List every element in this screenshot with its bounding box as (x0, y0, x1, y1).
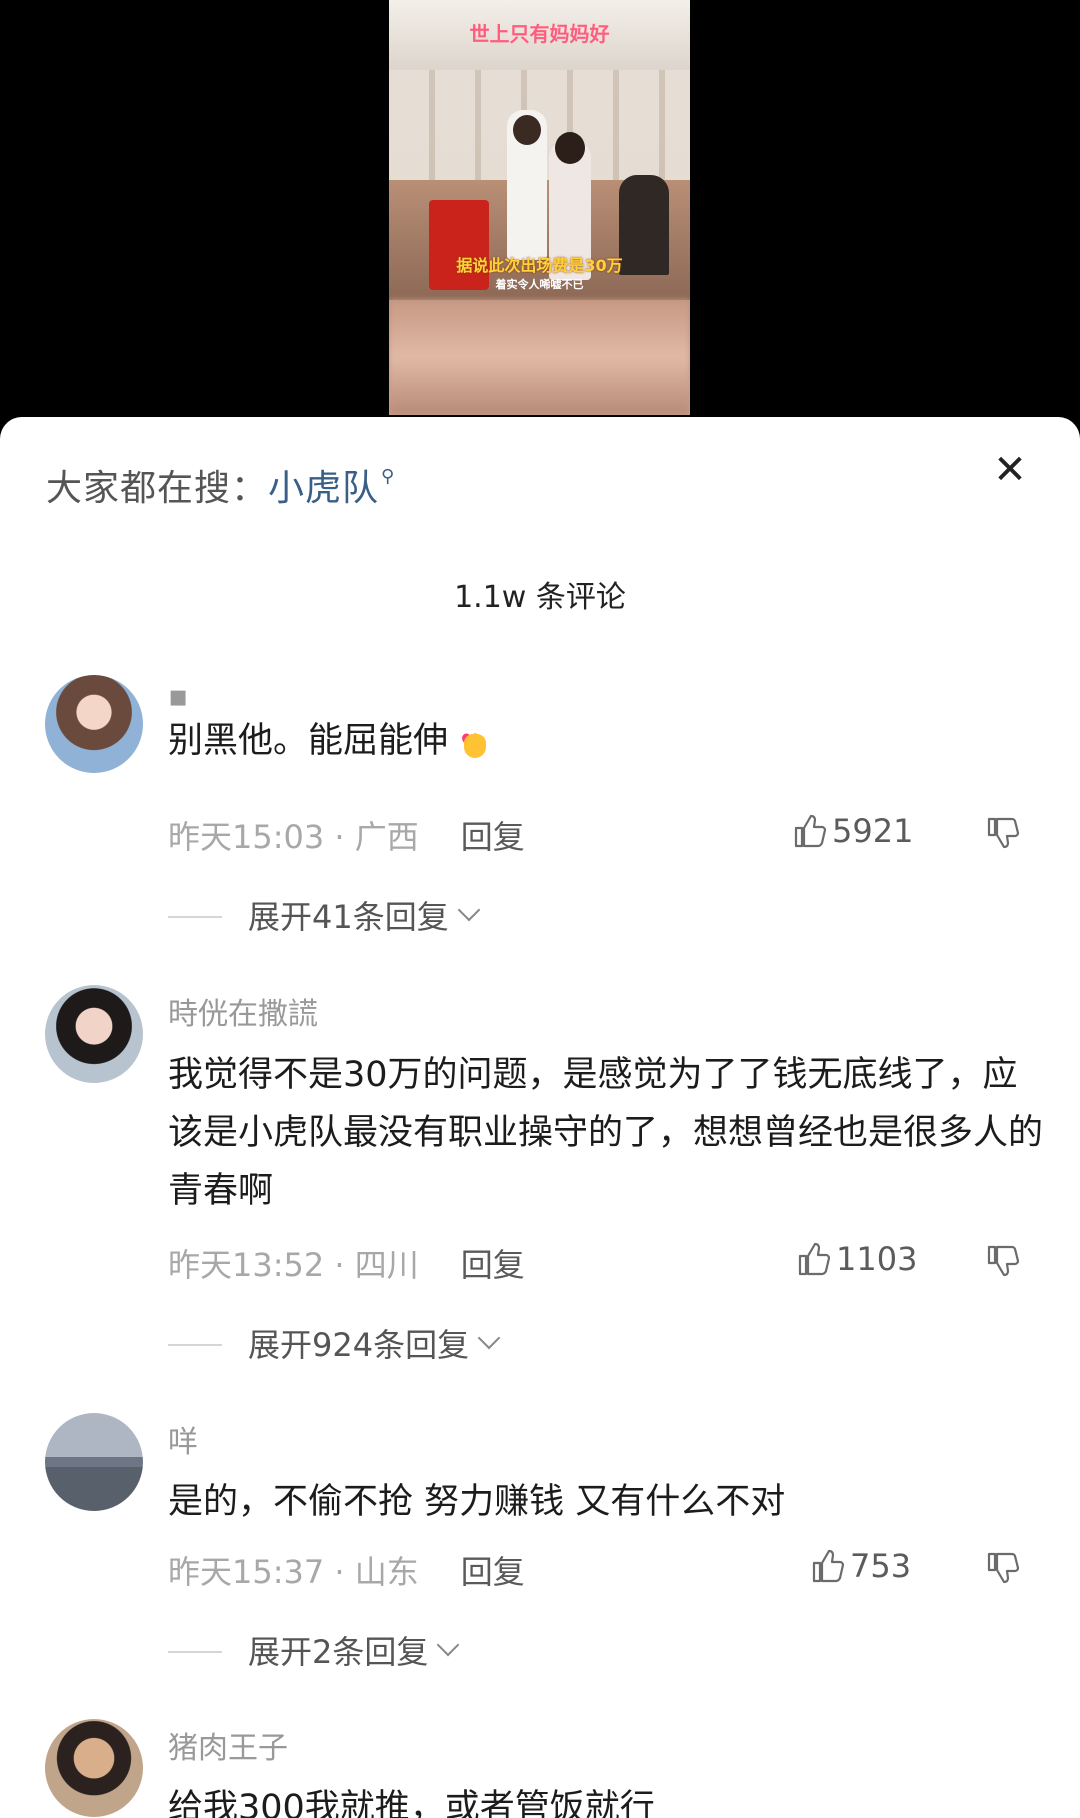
comment-region: 山东 (354, 1553, 419, 1591)
thumbs-up-icon (794, 814, 826, 848)
like-count: 753 (850, 1547, 912, 1585)
avatar[interactable] (45, 985, 143, 1083)
divider-dash (168, 916, 222, 918)
thumbs-down-icon[interactable] (986, 1243, 1022, 1279)
search-suggestion-prefix: 大家都在搜： (46, 468, 269, 509)
comment-time: 昨天13:52 (168, 1246, 325, 1284)
expand-replies-label: 展开924条回复 (248, 1326, 470, 1364)
video-scene-blur (389, 300, 690, 415)
thumbs-up-icon (812, 1549, 844, 1583)
avatar[interactable] (45, 1413, 143, 1511)
comment-username[interactable]: ▪ (168, 679, 188, 714)
like-count: 5921 (832, 812, 914, 850)
comment-username[interactable]: 猪肉王子 (168, 1723, 288, 1767)
comment-time: 昨天15:03 (168, 818, 325, 856)
comment-count: 1.1w 条评论 (454, 580, 626, 615)
finger-heart-emoji-icon (458, 714, 490, 772)
comment-username[interactable]: 時侊在撒謊 (168, 989, 318, 1033)
comment-meta: 昨天13:52 · 四川 回复 (168, 1246, 525, 1284)
thumbs-down-icon[interactable] (986, 815, 1022, 851)
chevron-down-icon (477, 1326, 501, 1350)
expand-replies-button[interactable]: 展开41条回复 (168, 892, 481, 938)
expand-replies-button[interactable]: 展开2条回复 (168, 1627, 460, 1673)
divider-dash (168, 1651, 222, 1653)
comment-meta: 昨天15:37 · 山东 回复 (168, 1553, 525, 1591)
thumbs-down-icon[interactable] (986, 1550, 1022, 1586)
expand-replies-button[interactable]: 展开924条回复 (168, 1320, 501, 1366)
comments-sheet: 大家都在搜：小虎队⚲ ✕ 1.1w 条评论 ▪ 别黑他。能屈能伸 昨天15:03… (0, 417, 1080, 1818)
search-icon: ⚲ (381, 466, 396, 487)
video-scene-head (513, 115, 541, 145)
expand-replies-label: 展开2条回复 (248, 1633, 429, 1671)
comment-text[interactable]: 别黑他。能屈能伸 (168, 712, 1048, 772)
comment-username[interactable]: 咩 (168, 1417, 198, 1461)
comment-meta: 昨天15:03 · 广西 回复 (168, 818, 525, 856)
avatar[interactable] (45, 1719, 143, 1817)
like-button[interactable]: 1103 (798, 1240, 917, 1278)
close-icon[interactable]: ✕ (992, 450, 1028, 490)
video-caption-sub: 着实令人唏嘘不已 (495, 278, 584, 291)
comment-text[interactable]: 给我300我就推，或者管饭就行 (168, 1779, 1048, 1818)
avatar[interactable] (45, 675, 143, 773)
like-button[interactable]: 5921 (794, 812, 913, 850)
video-scene-head (555, 132, 585, 164)
comment-text[interactable]: 我觉得不是30万的问题，是感觉为了了钱无底线了，应该是小虎队最没有职业操守的了，… (168, 1046, 1048, 1220)
thumbs-up-icon (798, 1242, 830, 1276)
reply-button[interactable]: 回复 (461, 1553, 525, 1591)
reply-button[interactable]: 回复 (461, 818, 525, 856)
comment-text[interactable]: 是的，不偷不抢 努力赚钱 又有什么不对 (168, 1473, 1048, 1531)
comment-time: 昨天15:37 (168, 1553, 325, 1591)
video-caption-mid: 据说此次出场费是30万 (456, 256, 623, 275)
search-suggestion-keyword[interactable]: 小虎队 (268, 468, 379, 509)
video-player[interactable]: 世上只有妈妈好 据说此次出场费是30万 着实令人唏嘘不已 (0, 0, 1080, 430)
like-count: 1103 (836, 1240, 918, 1278)
video-caption-top: 世上只有妈妈好 (469, 22, 610, 46)
chevron-down-icon (437, 1633, 460, 1657)
comment-region: 四川 (354, 1246, 419, 1284)
video-thumbnail[interactable]: 世上只有妈妈好 据说此次出场费是30万 着实令人唏嘘不已 (389, 0, 690, 415)
comment-text-body: 别黑他。能屈能伸 (168, 721, 449, 761)
reply-button[interactable]: 回复 (461, 1246, 525, 1284)
expand-replies-label: 展开41条回复 (248, 898, 449, 936)
search-suggestion[interactable]: 大家都在搜：小虎队 ⚲ (46, 459, 395, 511)
chevron-down-icon (457, 898, 481, 922)
comment-region: 广西 (354, 818, 419, 856)
like-button[interactable]: 753 (812, 1547, 911, 1585)
divider-dash (168, 1344, 222, 1346)
